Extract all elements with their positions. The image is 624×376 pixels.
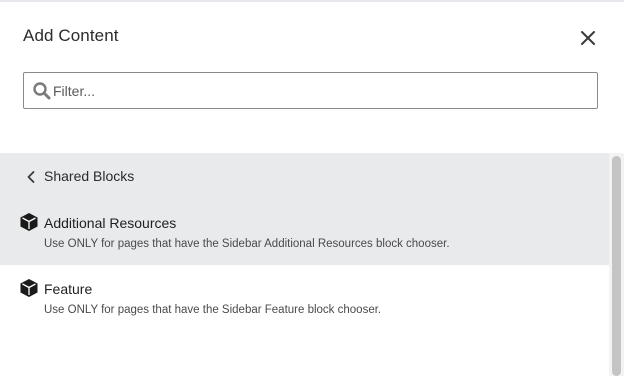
close-button[interactable]: [574, 24, 602, 52]
close-icon: [581, 31, 595, 45]
back-to-shared-blocks[interactable]: Shared Blocks: [0, 153, 609, 199]
item-name: Feature: [44, 281, 93, 297]
cube-icon: [20, 279, 38, 297]
scrollbar-thumb[interactable]: [612, 156, 621, 376]
chevron-left-icon: [27, 171, 35, 183]
item-description: Use ONLY for pages that have the Sidebar…: [44, 238, 450, 250]
back-label: Shared Blocks: [44, 168, 135, 184]
filter-input[interactable]: [53, 73, 583, 108]
dialog-title: Add Content: [23, 26, 119, 45]
list-item-feature[interactable]: Feature Use ONLY for pages that have the…: [0, 265, 609, 331]
filter-field[interactable]: [23, 72, 598, 109]
list-item-additional-resources[interactable]: Additional Resources Use ONLY for pages …: [0, 199, 609, 265]
dialog-header: Add Content: [0, 2, 624, 68]
search-icon: [33, 82, 51, 100]
cube-icon: [20, 213, 38, 231]
item-name: Additional Resources: [44, 215, 177, 231]
item-description: Use ONLY for pages that have the Sidebar…: [44, 304, 382, 316]
content-list-panel: Shared Blocks Additional Resources Use O…: [0, 153, 609, 376]
